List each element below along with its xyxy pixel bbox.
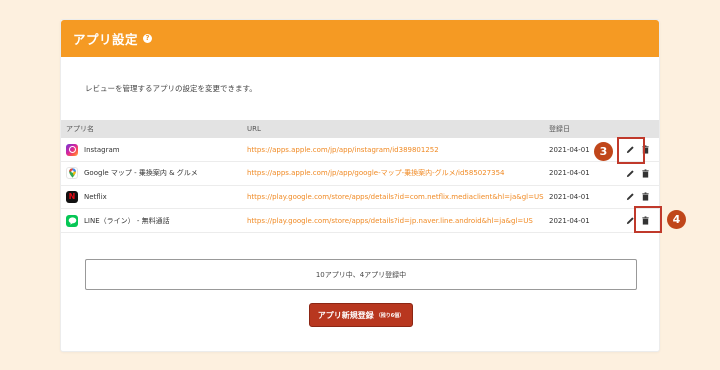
table-row: Google マップ - 乗換案内 & グルメ https://apps.app… xyxy=(61,161,659,186)
registered-date: 2021-04-01 xyxy=(549,145,590,154)
instagram-icon xyxy=(66,143,78,156)
add-button-label: アプリ新規登録 xyxy=(317,310,374,320)
edit-highlight-box xyxy=(617,137,645,164)
annotation-marker-4: 4 xyxy=(667,210,686,229)
help-icon[interactable]: ? xyxy=(143,34,153,43)
delete-highlight-box xyxy=(634,206,662,233)
apps-table: アプリ名 URL 登録日 Instagram https://apps.appl… xyxy=(61,120,659,233)
add-new-app-button[interactable]: アプリ新規登録 （残り6個） xyxy=(309,303,413,327)
app-url-link[interactable]: https://play.google.com/store/apps/detai… xyxy=(247,217,533,225)
add-button-remaining: （残り6個） xyxy=(375,312,405,319)
description-text: レビューを管理するアプリの設定を変更できます。 xyxy=(85,84,257,93)
page-title: アプリ設定 xyxy=(73,32,139,47)
delete-trash-icon[interactable] xyxy=(641,192,650,202)
registered-date: 2021-04-01 xyxy=(549,192,590,201)
edit-pencil-icon[interactable] xyxy=(626,192,635,201)
table-row: Instagram https://apps.apple.com/jp/app/… xyxy=(61,138,659,163)
table-row: LINE（ライン） - 無料通話 https://play.google.com… xyxy=(61,208,659,233)
quota-text: 10アプリ中、4アプリ登録中 xyxy=(315,270,407,279)
column-header-name: アプリ名 xyxy=(61,120,242,138)
app-url-link[interactable]: https://apps.apple.com/jp/app/instagram/… xyxy=(247,146,439,154)
app-url-link[interactable]: https://apps.apple.com/jp/app/google-マップ… xyxy=(247,169,505,177)
app-name: Instagram xyxy=(84,145,120,154)
registered-date: 2021-04-01 xyxy=(549,216,590,225)
column-header-actions xyxy=(621,120,659,138)
google-maps-icon xyxy=(66,167,78,180)
annotation-marker-3: 3 xyxy=(594,142,613,161)
app-settings-card: アプリ設定 ? レビューを管理するアプリの設定を変更できます。 アプリ名 URL… xyxy=(60,19,660,352)
registered-date: 2021-04-01 xyxy=(549,169,590,178)
table-header-row: アプリ名 URL 登録日 xyxy=(61,120,659,138)
column-header-url: URL xyxy=(242,120,544,138)
column-header-date: 登録日 xyxy=(544,120,621,138)
netflix-icon: N xyxy=(66,190,78,203)
app-name: Google マップ - 乗換案内 & グルメ xyxy=(84,169,198,178)
card-header: アプリ設定 ? xyxy=(61,20,659,57)
line-icon xyxy=(66,214,78,227)
app-quota-status: 10アプリ中、4アプリ登録中 xyxy=(85,259,637,290)
table-row: N Netflix https://play.google.com/store/a… xyxy=(61,185,659,210)
edit-pencil-icon[interactable] xyxy=(626,169,635,178)
app-name: Netflix xyxy=(84,192,107,201)
app-name: LINE（ライン） - 無料通話 xyxy=(84,216,170,225)
delete-trash-icon[interactable] xyxy=(641,169,650,178)
app-url-link[interactable]: https://play.google.com/store/apps/detai… xyxy=(247,193,544,201)
